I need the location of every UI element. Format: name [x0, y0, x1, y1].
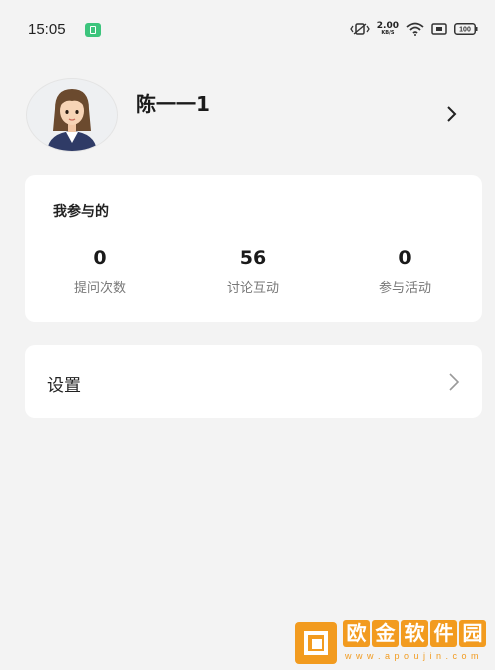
- network-speed-unit: KB/S: [381, 30, 395, 36]
- vibrate-icon: [350, 23, 370, 35]
- watermark: 欧 金 软 件 园 w w w . a p o u j i n . c o m: [295, 620, 490, 668]
- watermark-char: 软: [401, 620, 428, 647]
- user-avatar-icon: [47, 89, 97, 151]
- watermark-title: 欧 金 软 件 园: [343, 620, 486, 647]
- stat-discussions[interactable]: 56 讨论互动: [198, 247, 308, 296]
- watermark-char: 金: [372, 620, 399, 647]
- stat-label: 参与活动: [378, 281, 431, 296]
- stat-value: 0: [398, 247, 412, 269]
- status-icons: 2.00 KB/S 100: [350, 22, 478, 36]
- profile-name[interactable]: 陈一一1: [136, 88, 210, 117]
- notification-app-icon: [85, 23, 101, 37]
- stat-label: 讨论互动: [226, 281, 279, 296]
- stat-label: 提问次数: [73, 281, 126, 296]
- settings-label: 设置: [47, 376, 81, 396]
- network-speed: 2.00 KB/S: [377, 22, 399, 36]
- status-bar: 15:05 2.00 KB/S 100: [0, 0, 495, 62]
- settings-row[interactable]: 设置: [25, 345, 482, 418]
- participation-card: 我参与的 0 提问次数 56 讨论互动 0 参与活动: [25, 175, 482, 322]
- battery-level: 100: [459, 27, 471, 34]
- watermark-char: 欧: [343, 620, 370, 647]
- watermark-char: 件: [430, 620, 457, 647]
- participation-title: 我参与的: [53, 204, 109, 220]
- chevron-right-icon[interactable]: [443, 105, 461, 123]
- watermark-logo-icon: [295, 622, 337, 664]
- wifi-icon: [406, 22, 424, 36]
- screen-cast-icon: [431, 23, 447, 35]
- stat-value: 56: [239, 247, 267, 269]
- avatar[interactable]: [26, 78, 118, 152]
- watermark-url: w w w . a p o u j i n . c o m: [345, 651, 480, 661]
- battery-icon: 100: [454, 23, 478, 35]
- watermark-char: 园: [459, 620, 486, 647]
- stat-questions[interactable]: 0 提问次数: [45, 247, 155, 296]
- chevron-right-icon: [449, 373, 460, 391]
- status-time: 15:05: [28, 21, 66, 38]
- stat-value: 0: [93, 247, 107, 269]
- stat-activities[interactable]: 0 参与活动: [350, 247, 460, 296]
